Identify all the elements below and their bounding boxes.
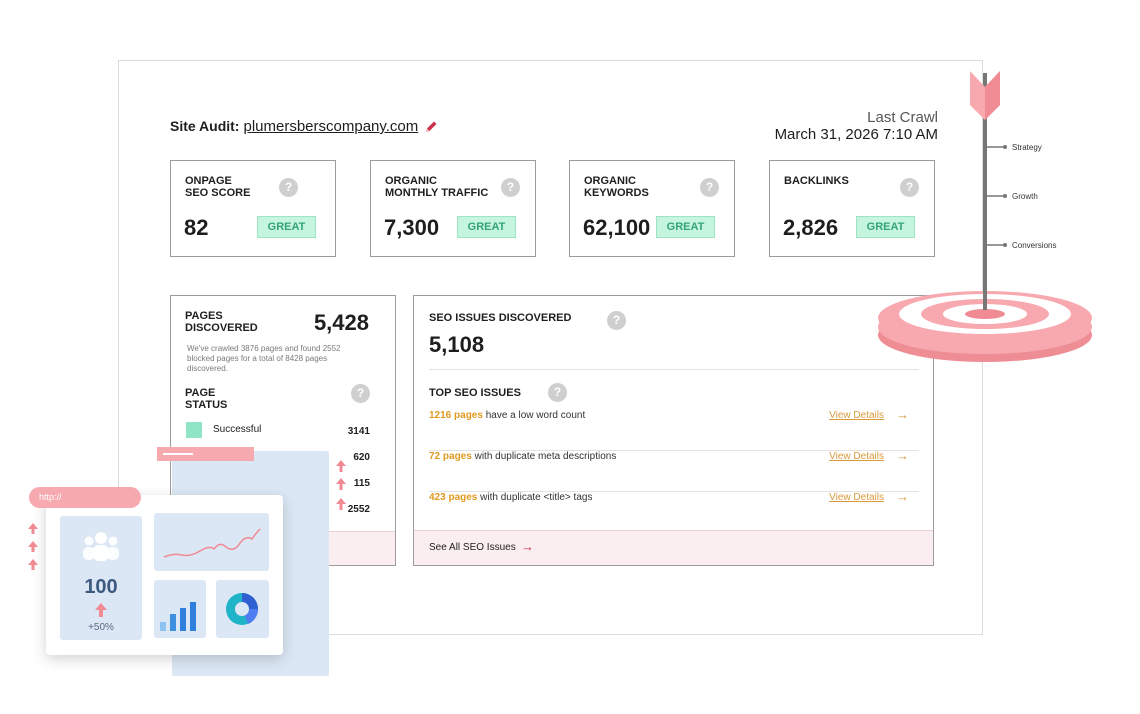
metric-value: 7,300 <box>384 215 440 240</box>
arrow-right-icon[interactable]: → <box>521 539 534 554</box>
conversions-label: Conversions <box>1012 241 1057 250</box>
issue-row: 423 pages with duplicate <title> tags Vi… <box>429 489 919 533</box>
status-value: 3141 <box>347 426 370 437</box>
arrow-right-icon[interactable]: → <box>896 489 909 504</box>
metric-card-seo-score[interactable]: ONPAGE SEO SCORE ? 82 GREAT <box>170 160 336 257</box>
arrow-right-icon[interactable]: → <box>896 407 909 422</box>
bar-chart-icon <box>160 602 196 631</box>
issues-footer: See All SEO Issues → <box>414 530 933 565</box>
metric-label: ORGANIC KEYWORDS <box>584 175 649 199</box>
growth-label: Growth <box>1012 192 1038 201</box>
status-badge: GREAT <box>656 216 715 238</box>
target-illustration <box>878 71 1092 362</box>
pencil-icon[interactable] <box>423 119 439 135</box>
users-icon <box>83 532 119 561</box>
status-badge: GREAT <box>457 216 516 238</box>
seo-issues-value: 5,108 <box>429 332 485 357</box>
pages-discovered-title: PAGES DISCOVERED <box>185 310 258 334</box>
help-icon[interactable]: ? <box>351 384 370 403</box>
arrow-up-icons <box>336 460 346 510</box>
issue-text: have a low word count <box>482 410 586 421</box>
status-label-successful: Successful <box>213 424 262 435</box>
view-details-link[interactable]: View Details <box>829 451 884 462</box>
site-audit-title: Site Audit: plumersberscompany.com <box>170 118 418 135</box>
successful-swatch <box>186 422 202 438</box>
divider <box>429 369 919 370</box>
metric-value: 2,826 <box>783 215 839 240</box>
pie-chart-tile <box>216 580 269 638</box>
pie-chart-icon <box>226 593 259 625</box>
help-icon[interactable]: ? <box>501 178 520 197</box>
metric-value: 62,100 <box>583 215 651 240</box>
arrow-up-icon <box>95 603 107 617</box>
page-status-title: PAGE STATUS <box>185 387 228 411</box>
issue-count: 1216 pages <box>429 410 483 421</box>
see-all-issues-link[interactable]: See All SEO Issues <box>429 542 516 553</box>
help-icon[interactable]: ? <box>700 178 719 197</box>
site-audit-label: Site Audit: <box>170 118 240 134</box>
issue-row: 72 pages with duplicate meta description… <box>429 448 919 492</box>
issue-text: with duplicate meta descriptions <box>471 451 617 462</box>
metric-card-organic-keywords[interactable]: ORGANIC KEYWORDS ? 62,100 GREAT <box>569 160 735 257</box>
view-details-link[interactable]: View Details <box>829 410 884 421</box>
top-seo-issues-title: TOP SEO ISSUES <box>429 387 521 399</box>
view-details-link[interactable]: View Details <box>829 492 884 503</box>
seo-issues-card: SEO ISSUES DISCOVERED ? 5,108 TOP SEO IS… <box>413 295 934 566</box>
url-bar: http:// <box>29 487 141 508</box>
pages-discovered-value: 5,428 <box>313 310 369 335</box>
seo-issues-title: SEO ISSUES DISCOVERED <box>429 312 572 324</box>
metric-label: BACKLINKS <box>784 175 849 187</box>
bar-chart-tile <box>154 580 206 638</box>
arrow-up-icons <box>28 523 38 570</box>
arrow-right-icon[interactable]: → <box>896 448 909 463</box>
issue-count: 72 pages <box>429 451 472 462</box>
growth-percent: +50% <box>88 622 114 633</box>
help-icon[interactable]: ? <box>548 383 567 402</box>
metric-label: ONPAGE SEO SCORE <box>185 175 251 199</box>
metric-label: ORGANIC MONTHLY TRAFFIC <box>385 175 489 199</box>
analytics-widget: 100 +50% <box>46 495 283 655</box>
users-tile: 100 +50% <box>60 516 142 640</box>
help-icon[interactable]: ? <box>607 311 626 330</box>
users-value: 100 <box>84 576 118 598</box>
line-chart-icon <box>163 528 261 558</box>
status-badge: GREAT <box>257 216 316 238</box>
issue-text: with duplicate <title> tags <box>477 492 593 503</box>
line-chart-tile <box>154 513 269 571</box>
audit-domain-link[interactable]: plumersberscompany.com <box>243 118 418 135</box>
pages-discovered-description: We've crawled 3876 pages and found 2552 … <box>187 344 341 373</box>
issue-count: 423 pages <box>429 492 478 503</box>
metric-card-organic-traffic[interactable]: ORGANIC MONTHLY TRAFFIC ? 7,300 GREAT <box>370 160 536 257</box>
issue-row: 1216 pages have a low word count View De… <box>429 407 919 451</box>
help-icon[interactable]: ? <box>279 178 298 197</box>
metric-value: 82 <box>184 215 209 240</box>
strategy-label: Strategy <box>1012 143 1042 152</box>
pink-header-bar <box>157 447 254 461</box>
